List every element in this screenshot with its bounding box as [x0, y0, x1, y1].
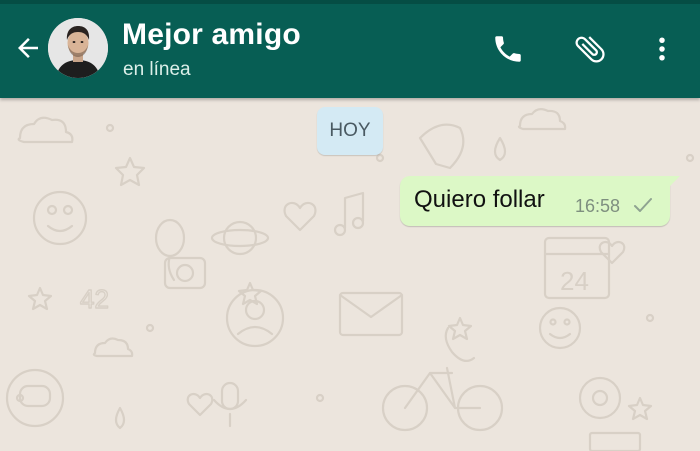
single-check-icon — [634, 198, 652, 212]
more-vertical-icon — [659, 37, 665, 61]
contact-status: en línea — [123, 59, 191, 80]
contact-name[interactable]: Mejor amigo — [122, 18, 301, 52]
avatar-photo — [48, 18, 108, 78]
avatar[interactable] — [48, 18, 108, 78]
chat-screen: Mejor amigo en línea 24 42 HOY Quiero fo… — [0, 0, 700, 451]
message-bubble-outgoing[interactable]: Quiero follar 16:58 — [400, 176, 680, 226]
attach-button[interactable] — [568, 27, 612, 71]
bubble-tail — [668, 176, 680, 188]
paperclip-icon — [575, 36, 605, 63]
date-chip: HOY — [317, 107, 383, 155]
svg-text:42: 42 — [80, 284, 109, 314]
svg-text:24: 24 — [560, 266, 589, 296]
more-options-button[interactable] — [640, 27, 684, 71]
arrow-left-icon — [18, 38, 38, 58]
phone-icon — [495, 36, 521, 62]
call-button[interactable] — [486, 27, 530, 71]
chat-header: Mejor amigo en línea — [0, 0, 700, 98]
message-time: 16:58 — [575, 196, 621, 216]
message-text: Quiero follar — [414, 186, 545, 213]
status-bar-strip — [0, 0, 700, 4]
back-button[interactable] — [8, 28, 48, 68]
